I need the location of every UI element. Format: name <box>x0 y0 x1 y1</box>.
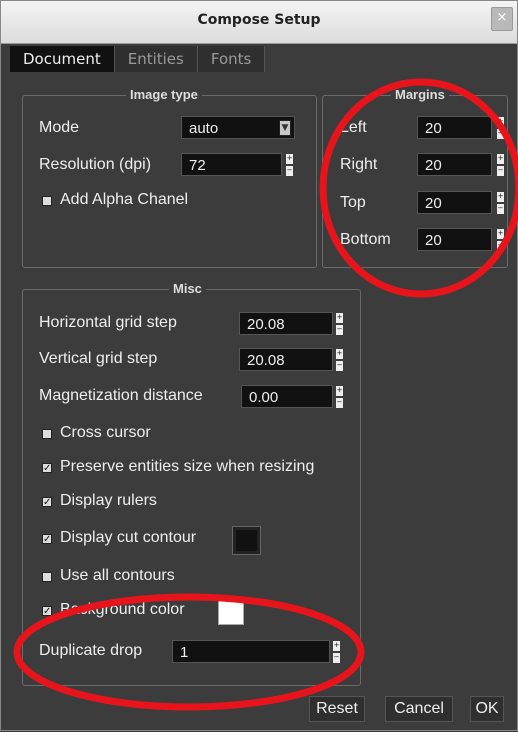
stepper-up-icon[interactable]: + <box>497 229 504 239</box>
compose-setup-window: Compose Setup × Document Entities Fonts … <box>0 0 518 731</box>
alpha-label: Add Alpha Chanel <box>60 191 189 208</box>
stepper-up-icon[interactable]: + <box>336 349 343 359</box>
tab-fonts[interactable]: Fonts <box>197 46 266 72</box>
cut-contour-color-fill <box>236 530 257 551</box>
mode-label: Mode <box>39 119 80 136</box>
dup-drop-input[interactable]: 1 <box>172 640 330 663</box>
alpha-checkbox[interactable] <box>42 196 52 206</box>
stepper-up-icon[interactable]: + <box>497 154 504 164</box>
margin-top-input[interactable]: 20 <box>417 191 492 214</box>
hgrid-stepper[interactable]: + − <box>336 313 343 335</box>
margin-right-label: Right <box>340 156 378 173</box>
hgrid-label: Horizontal grid step <box>39 314 177 331</box>
margin-left-stepper[interactable]: + − <box>497 117 504 139</box>
vgrid-label: Vertical grid step <box>39 350 158 367</box>
margin-right-stepper[interactable]: + − <box>497 154 504 176</box>
reset-button[interactable]: Reset <box>309 696 365 722</box>
bg-color-checkbox[interactable]: ✓ <box>42 606 52 617</box>
all-contours-label: Use all contours <box>60 567 175 584</box>
stepper-up-icon[interactable]: + <box>336 386 343 396</box>
margin-top-stepper[interactable]: + − <box>497 192 504 214</box>
stepper-up-icon[interactable]: + <box>497 192 504 202</box>
mode-select[interactable]: auto <box>181 116 295 139</box>
resolution-label: Resolution (dpi) <box>39 156 152 173</box>
cross-cursor-checkbox[interactable] <box>42 429 52 439</box>
margin-bottom-stepper[interactable]: + − <box>497 229 504 251</box>
window-title: Compose Setup <box>197 12 321 28</box>
stepper-down-icon[interactable]: − <box>336 398 343 408</box>
rulers-label: Display rulers <box>60 492 157 509</box>
image-type-title: Image type <box>126 87 202 102</box>
magnet-stepper[interactable]: + − <box>336 386 343 408</box>
stepper-down-icon[interactable]: − <box>497 166 504 176</box>
stepper-up-icon[interactable]: + <box>286 154 293 164</box>
margins-title: Margins <box>391 87 449 102</box>
stepper-down-icon[interactable]: − <box>336 325 343 335</box>
bg-color-label: Background color <box>60 601 185 618</box>
ok-button[interactable]: OK <box>470 696 504 722</box>
misc-title: Misc <box>169 281 206 296</box>
margin-bottom-input[interactable]: 20 <box>417 228 492 251</box>
preserve-checkbox[interactable]: ✓ <box>42 463 52 474</box>
rulers-checkbox[interactable]: ✓ <box>42 497 52 508</box>
stepper-down-icon[interactable]: − <box>497 129 504 139</box>
resolution-stepper[interactable]: + − <box>286 154 293 176</box>
vgrid-stepper[interactable]: + − <box>336 349 343 371</box>
stepper-up-icon[interactable]: + <box>497 117 504 127</box>
dialog-content: Document Entities Fonts Image type Mode … <box>8 44 510 728</box>
magnet-input[interactable]: 0.00 <box>241 385 333 408</box>
tab-bar: Document Entities Fonts <box>10 46 266 72</box>
bg-color-swatch[interactable] <box>218 599 244 625</box>
stepper-down-icon[interactable]: − <box>497 241 504 251</box>
stepper-up-icon[interactable]: + <box>336 313 343 323</box>
all-contours-checkbox[interactable] <box>42 572 52 582</box>
resolution-input[interactable]: 72 <box>181 153 282 176</box>
cut-contour-checkbox[interactable]: ✓ <box>42 534 52 545</box>
tab-document[interactable]: Document <box>10 46 115 72</box>
stepper-down-icon[interactable]: − <box>336 361 343 371</box>
margin-left-input[interactable]: 20 <box>417 116 492 139</box>
vgrid-input[interactable]: 20.08 <box>239 348 333 371</box>
stepper-down-icon[interactable]: − <box>286 166 293 176</box>
cancel-button[interactable]: Cancel <box>385 696 453 722</box>
cut-contour-label: Display cut contour <box>60 529 197 546</box>
stepper-up-icon[interactable]: + <box>333 641 340 651</box>
mode-value: auto <box>189 120 219 137</box>
margin-bottom-label: Bottom <box>340 231 391 248</box>
dup-drop-stepper[interactable]: + − <box>333 641 340 663</box>
margin-top-label: Top <box>340 194 366 211</box>
stepper-down-icon[interactable]: − <box>333 653 340 663</box>
dup-drop-label: Duplicate drop <box>39 642 143 659</box>
cut-contour-color-swatch[interactable] <box>232 526 261 555</box>
hgrid-input[interactable]: 20.08 <box>239 312 333 335</box>
stepper-down-icon[interactable]: − <box>497 204 504 214</box>
margin-right-input[interactable]: 20 <box>417 153 492 176</box>
margin-left-label: Left <box>340 119 367 136</box>
cross-cursor-label: Cross cursor <box>60 424 151 441</box>
magnet-label: Magnetization distance <box>39 387 203 404</box>
close-button[interactable]: × <box>491 7 513 31</box>
tab-entities[interactable]: Entities <box>114 46 198 72</box>
title-bar[interactable]: Compose Setup × <box>1 1 517 44</box>
preserve-label: Preserve entities size when resizing <box>60 458 315 475</box>
chevron-down-icon[interactable]: ▼ <box>279 120 291 136</box>
